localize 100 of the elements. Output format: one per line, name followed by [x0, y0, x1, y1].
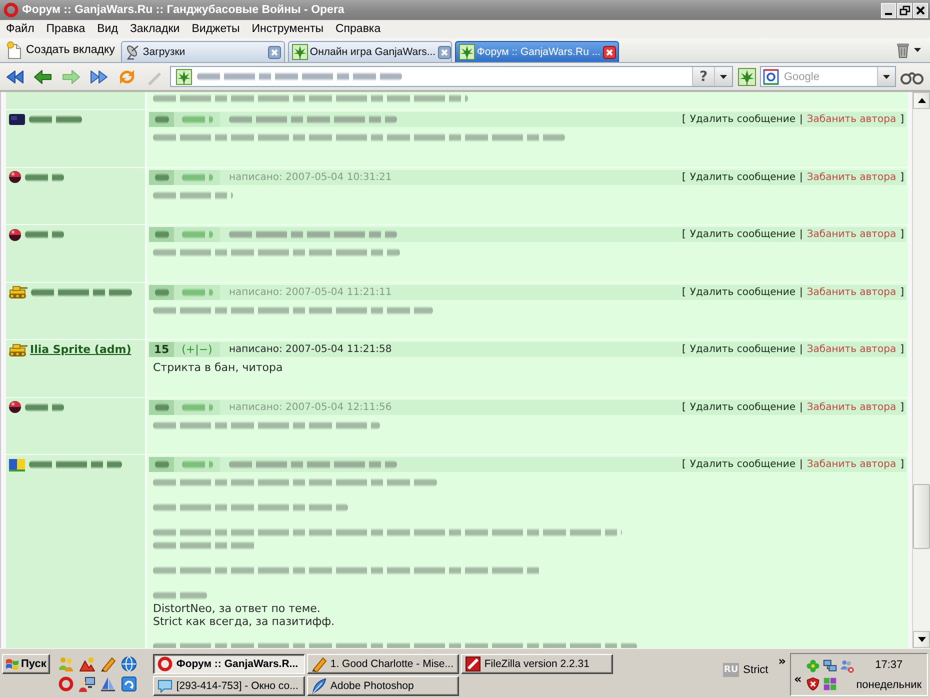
- ban-author-link[interactable]: Забанить автора: [806, 172, 896, 182]
- tab[interactable]: Форум :: GanjaWars.Ru ...: [454, 41, 619, 62]
- site-info-button[interactable]: ?: [692, 67, 714, 86]
- link-separator: |: [800, 114, 803, 125]
- computer-user-icon[interactable]: [79, 676, 96, 692]
- back-arrow-icon[interactable]: [33, 68, 53, 86]
- caret-icon[interactable]: [914, 48, 921, 52]
- link-separator: |: [800, 459, 803, 470]
- scroll-down-button[interactable]: [913, 631, 930, 648]
- rewind-icon[interactable]: [5, 68, 25, 86]
- blurred-text: [154, 460, 168, 469]
- taskbar-button[interactable]: FileZilla version 2.2.31: [461, 654, 614, 674]
- menu-item[interactable]: Вид: [91, 23, 124, 35]
- pencil-icon[interactable]: [100, 656, 116, 672]
- delete-message-link[interactable]: Удалить сообщение: [690, 286, 796, 298]
- leaf-icon[interactable]: [738, 68, 756, 86]
- address-field[interactable]: ?: [170, 66, 733, 87]
- mountains-icon[interactable]: [79, 656, 96, 672]
- delete-message-link[interactable]: Удалить сообщение: [690, 172, 796, 182]
- taskbar-button[interactable]: Adobe Photoshop: [307, 676, 460, 696]
- blurred-text: [182, 115, 212, 124]
- close-icon[interactable]: [602, 46, 616, 58]
- new-tab-button[interactable]: Создать вкладку: [6, 41, 115, 59]
- post-number: 15: [149, 342, 174, 357]
- tank-icon: [8, 342, 28, 356]
- menu-item[interactable]: Правка: [40, 23, 92, 35]
- people-cross-icon[interactable]: [840, 658, 854, 672]
- delete-message-link[interactable]: Удалить сообщение: [690, 344, 796, 355]
- blurred-text: [182, 172, 212, 182]
- taskbar-button[interactable]: [293-414-753] - Окно со...: [153, 676, 306, 696]
- search-field[interactable]: Google: [781, 68, 861, 85]
- open-bracket: [: [682, 286, 686, 298]
- close-bracket: ]: [900, 286, 904, 298]
- grid-icon[interactable]: [822, 676, 837, 690]
- ban-author-link[interactable]: Забанить автора: [806, 286, 896, 298]
- scrollbar[interactable]: [912, 92, 930, 648]
- ban-author-link[interactable]: Забанить автора: [806, 459, 896, 470]
- menu-item[interactable]: Виджеты: [186, 23, 246, 35]
- square-icon: [8, 112, 26, 126]
- close-icon[interactable]: [438, 46, 451, 58]
- open-bracket: [: [682, 114, 686, 125]
- tank-icon: [8, 285, 28, 299]
- menu-item[interactable]: Инструменты: [246, 23, 330, 35]
- trash-icon[interactable]: [896, 42, 910, 58]
- leaf-icon: [458, 44, 475, 60]
- fast-forward-icon[interactable]: [89, 68, 109, 86]
- delete-message-link[interactable]: Удалить сообщение: [690, 402, 796, 412]
- ring-icon[interactable]: [58, 676, 74, 692]
- taskbar-button[interactable]: 1. Good Charlotte - Mise...: [307, 654, 460, 674]
- menu-item[interactable]: Файл: [0, 23, 40, 35]
- pencil-icon: [311, 656, 328, 672]
- delete-message-link[interactable]: Удалить сообщение: [690, 459, 796, 470]
- sail-icon[interactable]: [100, 676, 116, 692]
- menu-item[interactable]: Закладки: [124, 23, 186, 35]
- scrollbar-thumb[interactable]: [913, 484, 930, 549]
- blurred-text: [154, 402, 168, 412]
- address-dropdown-button[interactable]: [714, 67, 732, 86]
- ban-author-link[interactable]: Забанить автора: [806, 229, 896, 240]
- clock-time: 17:37: [875, 658, 903, 670]
- close-button[interactable]: [913, 2, 928, 18]
- start-button[interactable]: Пуск: [2, 654, 50, 674]
- open-bracket: [: [682, 229, 686, 240]
- minimize-icon: [885, 12, 892, 14]
- shield-icon[interactable]: [806, 676, 820, 690]
- tab[interactable]: Онлайн игра GanjaWars...: [288, 41, 452, 62]
- link-separator: |: [800, 286, 803, 298]
- search-dropdown-button[interactable]: [877, 67, 895, 86]
- menu-item[interactable]: Справка: [330, 23, 387, 35]
- delete-message-link[interactable]: Удалить сообщение: [690, 229, 796, 240]
- delete-message-link[interactable]: Удалить сообщение: [690, 114, 796, 125]
- message-text: DistortNeo, за ответ по теме.: [153, 602, 320, 615]
- restore-button[interactable]: [897, 2, 912, 18]
- link-separator: |: [800, 402, 803, 412]
- up-arrow-icon: [918, 98, 926, 103]
- ban-author-link[interactable]: Забанить автора: [806, 402, 896, 412]
- message-text: Strict как всегда, за пазитифф.: [153, 615, 335, 628]
- link-separator: |: [800, 172, 803, 182]
- blurred-text: [182, 460, 212, 469]
- ball-icon: [8, 170, 22, 184]
- scroll-up-button[interactable]: [913, 92, 930, 109]
- ban-author-link[interactable]: Забанить автора: [806, 344, 896, 355]
- username-link[interactable]: Ilia Sprite (adm): [30, 343, 132, 356]
- tab[interactable]: Загрузки: [120, 41, 285, 62]
- globe-icon[interactable]: [121, 656, 138, 672]
- minimize-button[interactable]: [881, 2, 896, 18]
- toolbar-chevron-button[interactable]: »: [778, 655, 786, 667]
- post-date: написано: 2007-05-04 11:21:58: [229, 344, 392, 355]
- ban-author-link[interactable]: Забанить автора: [806, 114, 896, 125]
- blurred-text: [153, 591, 207, 600]
- ring-icon: [157, 656, 174, 672]
- taskbar-button[interactable]: Форум :: GanjaWars.R...: [153, 654, 306, 674]
- close-bracket: ]: [900, 229, 904, 240]
- caret-icon: [720, 74, 727, 78]
- network-icon[interactable]: [822, 658, 837, 672]
- new-page-icon: [6, 41, 22, 59]
- show-hidden-icons-button[interactable]: «: [794, 672, 802, 684]
- search-box[interactable]: Google: [760, 66, 896, 87]
- close-icon[interactable]: [268, 46, 281, 58]
- open-bracket: [: [682, 344, 686, 355]
- close-bracket: ]: [900, 344, 904, 355]
